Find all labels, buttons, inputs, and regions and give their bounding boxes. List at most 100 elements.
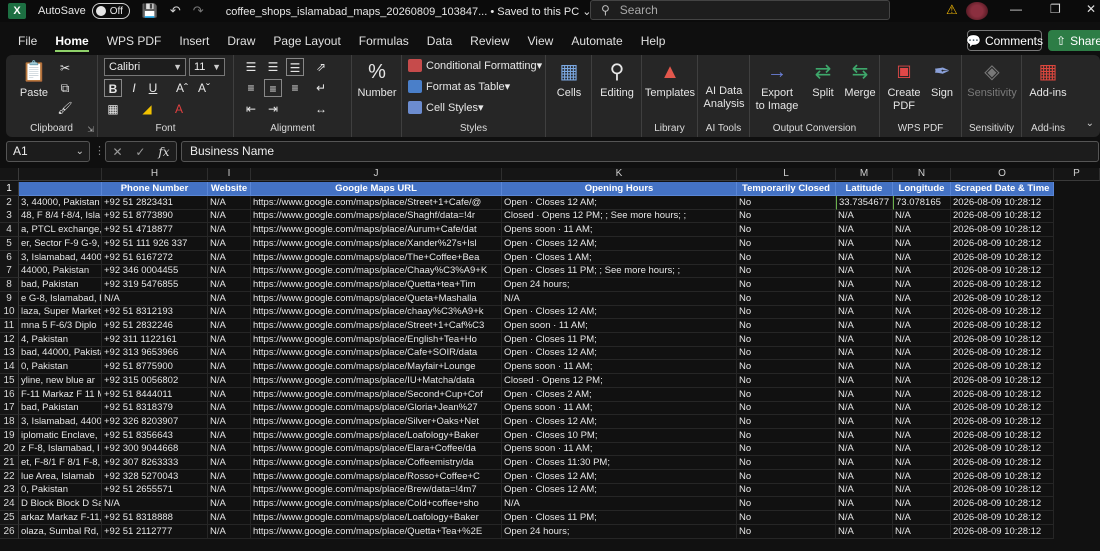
table-cell[interactable]: Opens soon · 11 AM; (502, 223, 737, 237)
align-top-icon[interactable]: ☰ (242, 58, 260, 76)
insert-function-icon[interactable]: fx (158, 145, 169, 159)
tab-home[interactable]: Home (55, 30, 90, 52)
merge-button[interactable]: ⇆ Merge (842, 59, 878, 100)
table-cell[interactable]: Open · Closes 10 PM; (502, 429, 737, 443)
table-cell[interactable]: N/A (208, 525, 251, 539)
table-cell[interactable]: +92 51 2655571 (102, 483, 208, 497)
table-cell[interactable]: N/A (836, 388, 893, 402)
tab-data[interactable]: Data (427, 30, 452, 52)
sensitivity-button[interactable]: ◈ Sensitivity (964, 59, 1020, 100)
table-cell[interactable]: No (737, 223, 836, 237)
table-cell[interactable]: N/A (893, 278, 951, 292)
table-cell[interactable]: 2026-08-09 10:28:12 (951, 456, 1054, 470)
table-cell[interactable]: +92 51 4718877 (102, 223, 208, 237)
table-cell[interactable]: N/A (208, 483, 251, 497)
table-cell[interactable]: +92 51 2832246 (102, 319, 208, 333)
table-cell[interactable]: er, Sector F-9 G-9, I (19, 237, 102, 251)
table-cell[interactable]: +92 51 8444011 (102, 388, 208, 402)
table-cell[interactable]: +92 51 6167272 (102, 251, 208, 265)
table-cell[interactable]: N/A (836, 319, 893, 333)
underline-icon[interactable]: U (144, 79, 162, 97)
table-cell[interactable]: 2026-08-09 10:28:12 (951, 196, 1054, 210)
table-cell[interactable]: F-11 Markaz F 11 M (19, 388, 102, 402)
wrap-text-icon[interactable]: ↵ (312, 79, 330, 97)
create-pdf-button[interactable]: ▣ Create PDF (884, 59, 924, 113)
table-cell[interactable]: Open · Closes 11 PM; ; See more hours; ; (502, 264, 737, 278)
table-cell[interactable]: N/A (836, 333, 893, 347)
table-cell[interactable]: No (737, 429, 836, 443)
table-cell[interactable]: +92 51 8356643 (102, 429, 208, 443)
table-cell[interactable]: +92 51 8312193 (102, 305, 208, 319)
table-cell[interactable]: Open · Closes 12 AM; (502, 196, 737, 210)
table-cell[interactable]: N/A (208, 292, 251, 306)
table-cell[interactable]: N/A (208, 415, 251, 429)
increase-indent-icon[interactable]: ⇥ (264, 100, 282, 118)
table-cell[interactable]: N/A (208, 251, 251, 265)
table-cell[interactable]: iplomatic Enclave, (19, 429, 102, 443)
table-cell[interactable]: N/A (836, 251, 893, 265)
column-header-l[interactable]: L (737, 168, 836, 181)
warning-icon[interactable]: ⚠ (946, 2, 958, 18)
table-cell[interactable]: N/A (893, 333, 951, 347)
table-cell[interactable]: N/A (893, 223, 951, 237)
table-cell[interactable]: +92 311 1122161 (102, 333, 208, 347)
table-cell[interactable]: N/A (836, 209, 893, 223)
orientation-icon[interactable]: ⇗ (312, 58, 330, 76)
row-header[interactable]: 12 (0, 333, 19, 347)
table-cell[interactable]: 3, Islamabad, 4400 (19, 251, 102, 265)
table-cell[interactable]: https://www.google.com/maps/place/IU+Mat… (251, 374, 502, 388)
bold-icon[interactable]: B (104, 79, 122, 97)
table-cell[interactable]: N/A (893, 415, 951, 429)
column-header-p[interactable]: P (1054, 168, 1100, 181)
row-header[interactable]: 2 (0, 196, 19, 210)
table-cell[interactable]: N/A (893, 442, 951, 456)
table-cell[interactable]: bad, Pakistan (19, 278, 102, 292)
table-cell[interactable]: N/A (208, 456, 251, 470)
tab-automate[interactable]: Automate (571, 30, 622, 52)
table-cell[interactable]: Open · Closes 12 AM; (502, 346, 737, 360)
tab-insert[interactable]: Insert (179, 30, 209, 52)
row-header[interactable]: 19 (0, 429, 19, 443)
table-cell[interactable]: https://www.google.com/maps/place/Englis… (251, 333, 502, 347)
table-cell[interactable]: N/A (893, 251, 951, 265)
header-cell[interactable]: Phone Number (102, 182, 208, 196)
number-button[interactable]: % Number (356, 59, 398, 100)
comments-button[interactable]: 💬 Comments (966, 30, 1043, 51)
table-cell[interactable]: +92 326 8203907 (102, 415, 208, 429)
row-header[interactable]: 23 (0, 483, 19, 497)
table-cell[interactable]: N/A (893, 456, 951, 470)
table-cell[interactable]: N/A (893, 209, 951, 223)
table-cell[interactable]: https://www.google.com/maps/place/Mayfai… (251, 360, 502, 374)
ai-data-analysis-button[interactable]: AI Data Analysis (700, 85, 748, 111)
restore-icon[interactable]: ❐ (1050, 2, 1061, 16)
table-cell[interactable]: N/A (893, 305, 951, 319)
table-cell[interactable]: No (737, 470, 836, 484)
header-cell[interactable]: Latitude (836, 182, 893, 196)
table-cell[interactable]: Open · Closes 11 PM; (502, 511, 737, 525)
table-cell[interactable]: https://www.google.com/maps/place/Aurum+… (251, 223, 502, 237)
enter-icon[interactable]: ✓ (135, 145, 145, 159)
table-cell[interactable]: N/A (208, 209, 251, 223)
split-button[interactable]: ⇄ Split (806, 59, 840, 100)
format-painter-icon[interactable]: 🖌 (56, 99, 74, 117)
table-cell[interactable]: yline, new blue ar (19, 374, 102, 388)
header-cell[interactable]: Opening Hours (502, 182, 737, 196)
column-header-h[interactable]: H (102, 168, 208, 181)
table-cell[interactable]: N/A (208, 264, 251, 278)
table-cell[interactable]: N/A (893, 401, 951, 415)
table-cell[interactable]: Open · Closes 11 PM; (502, 333, 737, 347)
table-cell[interactable]: N/A (102, 497, 208, 511)
header-cell[interactable]: Scraped Date & Time (951, 182, 1054, 196)
table-cell[interactable]: N/A (836, 401, 893, 415)
table-cell[interactable]: N/A (208, 305, 251, 319)
table-cell[interactable]: No (737, 415, 836, 429)
table-cell[interactable]: Open · Closes 1 AM; (502, 251, 737, 265)
tab-review[interactable]: Review (470, 30, 509, 52)
table-cell[interactable]: No (737, 305, 836, 319)
font-family-select[interactable]: Calibri ▼ (104, 58, 186, 76)
table-cell[interactable]: 0, Pakistan (19, 360, 102, 374)
table-cell[interactable]: https://www.google.com/maps/place/Coffee… (251, 456, 502, 470)
add-ins-button[interactable]: ▦ Add-ins (1024, 59, 1072, 100)
format-as-table-button[interactable]: Format as Table ▾ (408, 80, 510, 93)
table-cell[interactable]: 2026-08-09 10:28:12 (951, 264, 1054, 278)
